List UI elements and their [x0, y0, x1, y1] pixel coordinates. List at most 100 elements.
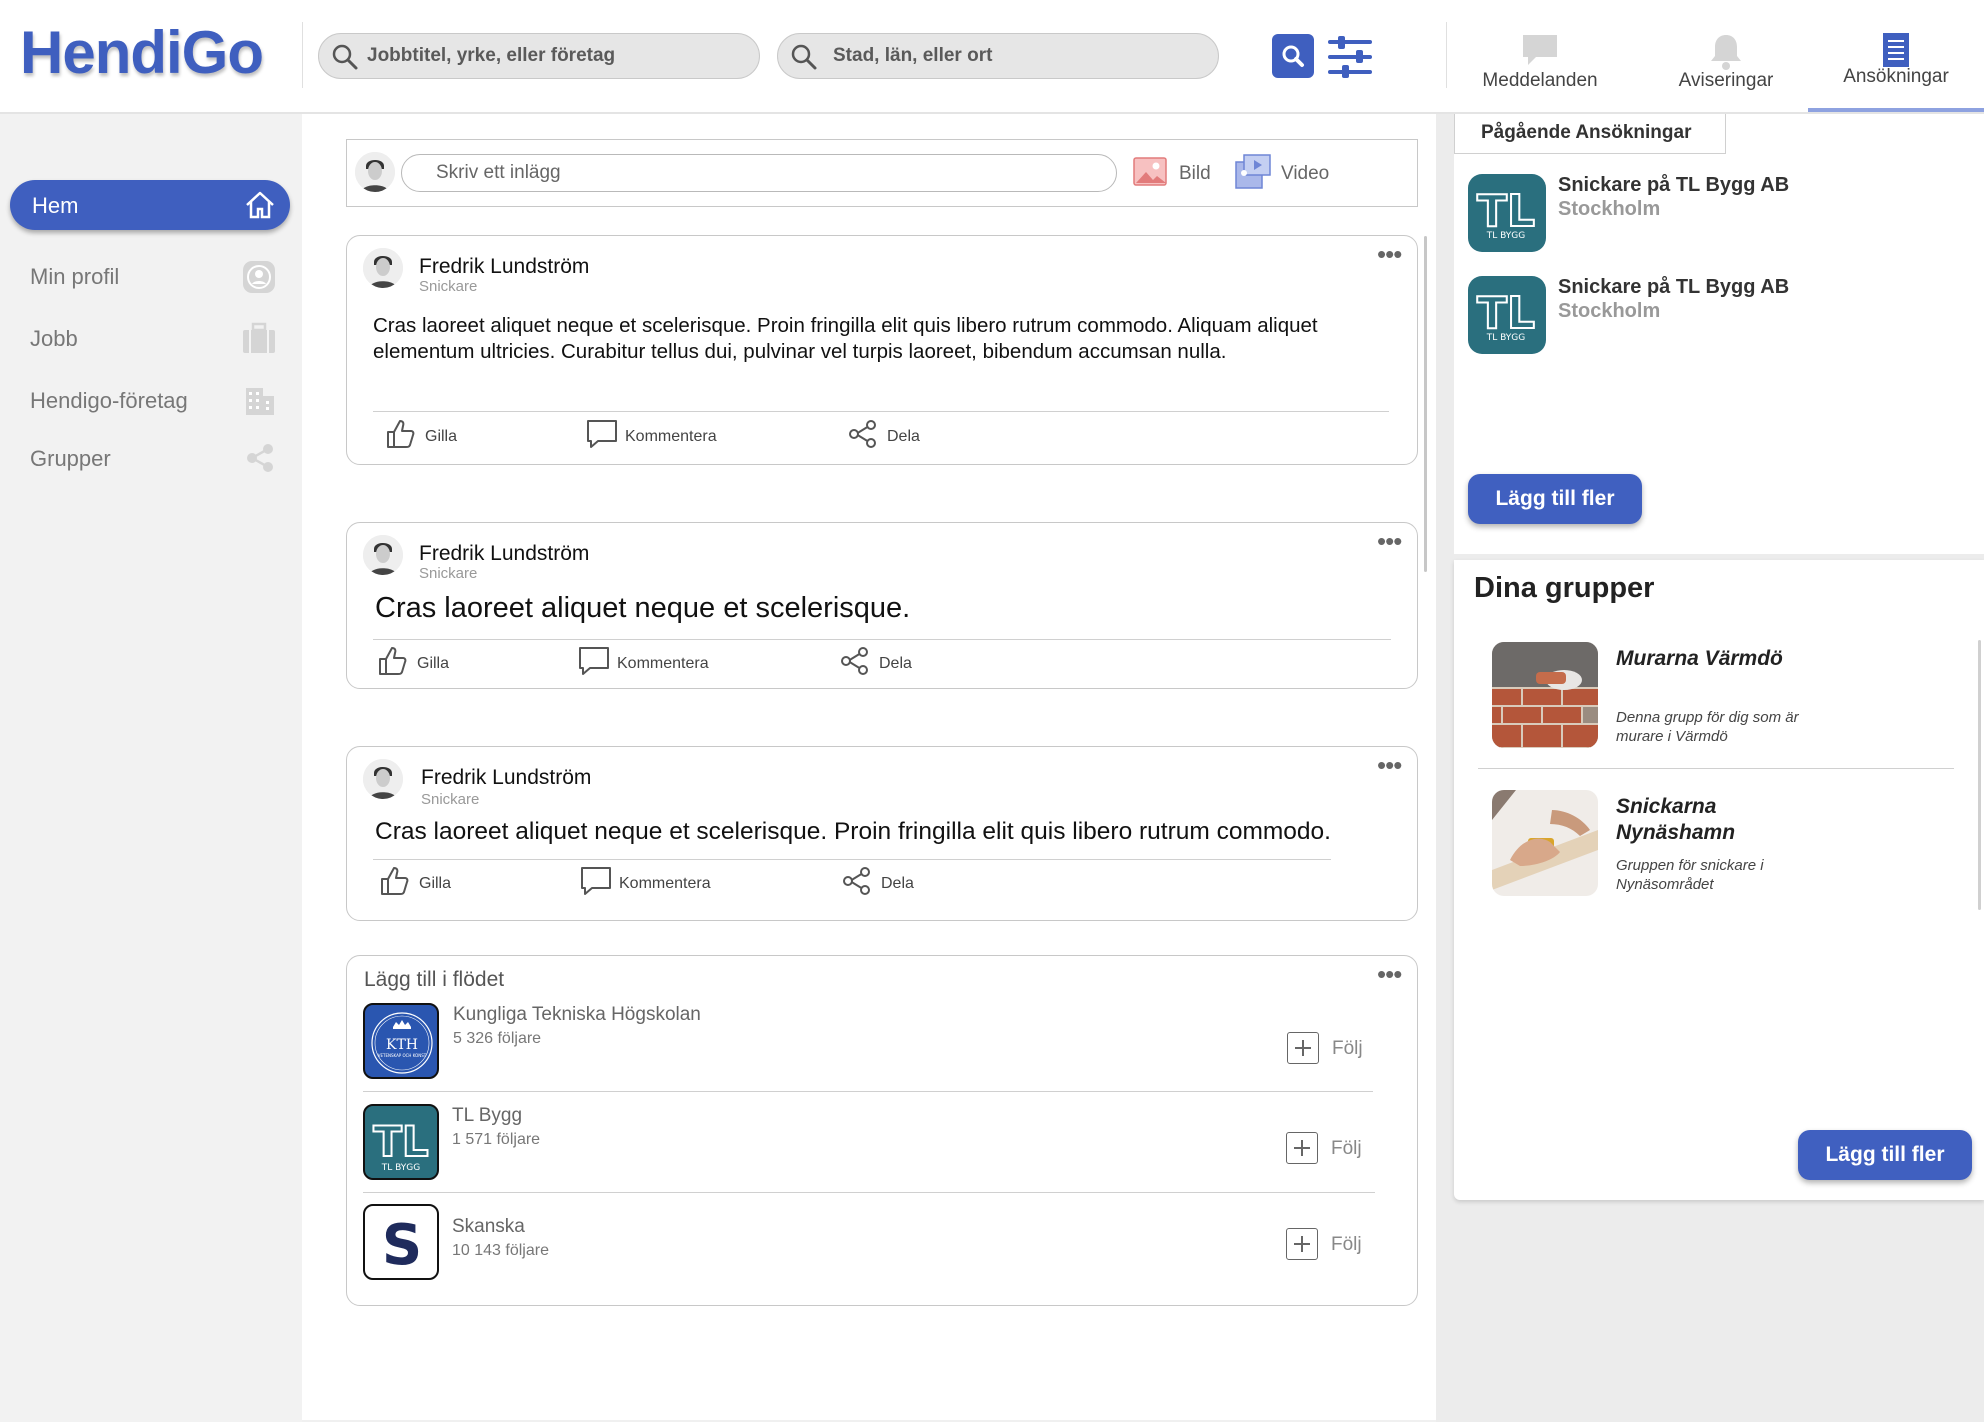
suggestion-divider	[363, 1192, 1375, 1193]
location-search-box[interactable]	[777, 33, 1219, 79]
kth-crest-icon: KTH VETENSKAP OCH KONST	[371, 1012, 433, 1074]
follow-label: Följ	[1331, 1234, 1362, 1255]
post-text: Cras laoreet aliquet neque et scelerisqu…	[373, 314, 1318, 363]
org-name[interactable]: Skanska	[452, 1216, 525, 1238]
suggestions-title: Lägg till i flödet	[364, 968, 505, 991]
post-divider	[373, 859, 1331, 860]
follow-button[interactable]: Följ	[1286, 1130, 1372, 1166]
more-options-icon[interactable]: •••	[1377, 241, 1405, 267]
follow-label: Följ	[1332, 1038, 1363, 1059]
sidebar-item-label: Jobb	[30, 326, 78, 351]
sidebar-item-home[interactable]: Hem	[10, 180, 290, 230]
tl-bygg-logo: TL TL BYGG	[1468, 276, 1546, 354]
group-name: Murarna Värmdö	[1616, 647, 1783, 670]
search-button[interactable]	[1272, 34, 1314, 78]
nav-notifications-label: Aviseringar	[1678, 70, 1774, 91]
thumbs-up-icon	[387, 420, 415, 448]
group-item[interactable]: Murarna Värmdö Denna grupp för dig som ä…	[1492, 642, 1952, 750]
org-name[interactable]: Kungliga Tekniska Högskolan	[453, 1004, 701, 1026]
sidebar-item-jobs[interactable]: Jobb	[30, 318, 280, 358]
measuring-tape-photo-icon	[1492, 790, 1598, 896]
post-text: Cras laoreet aliquet neque et scelerisqu…	[375, 818, 1331, 845]
more-options-icon[interactable]: •••	[1377, 752, 1405, 778]
follow-button[interactable]: Följ	[1286, 1226, 1372, 1262]
post-input[interactable]	[401, 154, 1117, 192]
author-avatar[interactable]	[363, 248, 403, 288]
application-location: Stockholm	[1558, 198, 1661, 220]
group-divider	[1478, 768, 1954, 769]
brick-wall-photo-icon	[1492, 642, 1598, 748]
sidebar-item-label: Hendigo-företag	[30, 388, 188, 413]
tl-bygg-logo[interactable]: TL TL BYGG	[363, 1104, 439, 1180]
post-card: Fredrik Lundström Snickare ••• Cras laor…	[346, 746, 1418, 921]
comment-label: Kommentera	[619, 875, 711, 892]
nav-messages[interactable]: Meddelanden	[1470, 28, 1610, 112]
author-avatar[interactable]	[363, 535, 403, 575]
org-name[interactable]: TL Bygg	[452, 1105, 522, 1127]
author-role: Snickare	[421, 791, 480, 808]
org-followers: 10 143 följare	[452, 1242, 549, 1259]
author-name[interactable]: Fredrik Lundström	[419, 542, 589, 566]
nav-notifications[interactable]: Aviseringar	[1658, 28, 1794, 112]
group-item[interactable]: Snickarna Nynäshamn Gruppen för snickare…	[1492, 790, 1952, 898]
add-more-applications-button[interactable]: Lägg till fler	[1468, 474, 1642, 524]
chat-bubble-icon	[1523, 35, 1557, 65]
group-description: Gruppen för snickare i Nynäsområdet	[1616, 857, 1764, 893]
plus-icon	[1286, 1132, 1318, 1164]
thumbs-up-icon	[379, 647, 407, 675]
feed-scrollbar[interactable]	[1424, 236, 1427, 572]
sidebar-item-label: Hem	[32, 193, 79, 218]
post-text: Cras laoreet aliquet neque et scelerisqu…	[375, 592, 911, 624]
follow-label: Följ	[1331, 1138, 1362, 1159]
suggestion-divider	[363, 1091, 1373, 1092]
tl-logo-subtext: TL BYGG	[1486, 231, 1526, 241]
home-icon	[246, 191, 274, 219]
search-icon	[332, 44, 358, 70]
add-more-groups-button[interactable]: Lägg till fler	[1798, 1130, 1972, 1180]
post-divider	[373, 411, 1389, 412]
application-location: Stockholm	[1558, 300, 1661, 322]
tl-logo-subtext: TL BYGG	[1486, 333, 1526, 343]
person-photo-icon	[363, 535, 403, 575]
plus-icon	[1287, 1032, 1319, 1064]
comment-icon	[579, 647, 609, 675]
more-options-icon[interactable]: •••	[1377, 961, 1405, 987]
author-avatar[interactable]	[363, 759, 403, 799]
application-item[interactable]: TL TL BYGG Snickare på TL Bygg AB Stockh…	[1468, 276, 1948, 356]
building-icon	[246, 388, 274, 415]
document-icon	[1883, 33, 1909, 67]
share-label: Dela	[879, 655, 912, 672]
kth-logo[interactable]: KTH VETENSKAP OCH KONST	[363, 1003, 439, 1079]
location-search-input[interactable]	[833, 34, 1213, 78]
author-name[interactable]: Fredrik Lundström	[421, 766, 591, 790]
header-divider	[1446, 22, 1447, 88]
tab-ongoing-applications[interactable]: Pågående Ansökningar	[1454, 114, 1726, 154]
user-avatar[interactable]	[355, 152, 395, 192]
header-divider	[302, 22, 303, 88]
job-search-box[interactable]	[318, 33, 760, 79]
filter-button[interactable]	[1326, 34, 1374, 80]
more-options-icon[interactable]: •••	[1377, 528, 1405, 554]
tl-bygg-logo: TL TL BYGG	[1468, 174, 1546, 252]
post-card: Fredrik Lundström Snickare ••• Cras laor…	[346, 522, 1418, 689]
groups-scrollbar[interactable]	[1978, 640, 1981, 910]
top-header: HendiGo Meddelanden Aviseringar Ansöknin…	[0, 0, 1984, 114]
sidebar-item-groups[interactable]: Grupper	[30, 438, 280, 478]
job-search-input[interactable]	[367, 34, 747, 78]
application-title: Snickare på TL Bygg AB	[1558, 174, 1790, 196]
nav-applications[interactable]: Ansökningar	[1808, 28, 1984, 112]
post-composer: Bild Video	[346, 139, 1418, 207]
profile-icon	[243, 261, 275, 293]
like-label: Gilla	[425, 428, 458, 445]
skanska-logo[interactable]: S	[363, 1204, 439, 1280]
hendigo-logo[interactable]: HendiGo	[20, 18, 264, 87]
follow-button[interactable]: Följ	[1287, 1030, 1373, 1066]
add-video-label: Video	[1281, 163, 1330, 184]
sidebar-item-profile[interactable]: Min profil	[30, 256, 280, 296]
author-name[interactable]: Fredrik Lundström	[419, 255, 589, 279]
svg-text:TL: TL	[1477, 186, 1535, 237]
application-item[interactable]: TL TL BYGG Snickare på TL Bygg AB Stockh…	[1468, 174, 1948, 254]
comment-label: Kommentera	[617, 655, 709, 672]
left-sidebar: Hem Min profil Jobb Hendigo-företag Grup…	[0, 114, 302, 1422]
sidebar-item-companies[interactable]: Hendigo-företag	[30, 380, 280, 420]
